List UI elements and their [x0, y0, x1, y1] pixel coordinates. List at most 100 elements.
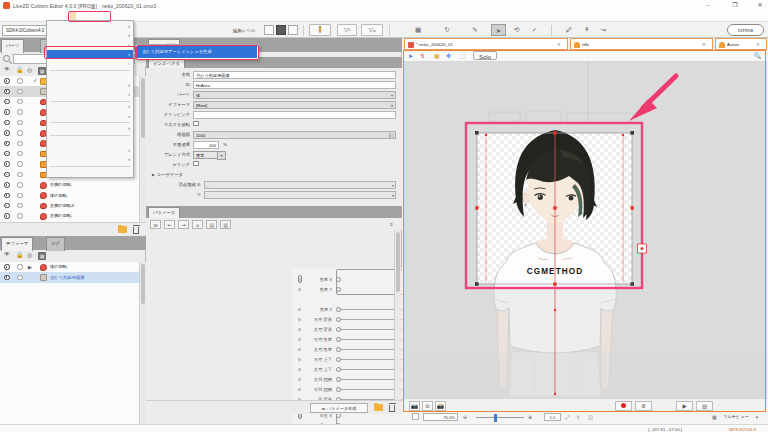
menu-item[interactable] [47, 41, 133, 50]
lock-circle-icon[interactable] [17, 141, 23, 147]
create-parameter-button[interactable]: ⚌ パラメータ作成 [310, 403, 368, 413]
edit-level-button[interactable] [288, 25, 298, 35]
lock-circle-icon[interactable] [17, 130, 23, 136]
move-icon[interactable]: ✥ [446, 51, 451, 61]
menu-item[interactable] [47, 81, 133, 90]
menu-item[interactable] [47, 50, 133, 59]
menu-item[interactable] [47, 102, 133, 111]
param-list2-icon[interactable]: ▥ [220, 220, 231, 229]
tab-model-view[interactable]: * neko_200620_01 ✕ [404, 38, 568, 50]
menu-item[interactable] [47, 59, 133, 68]
lock-circle-icon[interactable] [17, 182, 23, 188]
multiview-grid-icon[interactable]: ▦ [712, 414, 717, 420]
param-list-icon[interactable]: ▤ [206, 220, 217, 229]
new-folder-icon[interactable] [374, 404, 383, 411]
visibility-eye-icon[interactable] [4, 275, 10, 281]
pin-tool-icon[interactable]: 🖈 [580, 24, 594, 36]
nizima-button[interactable]: nizima [727, 24, 764, 36]
one-to-one-button[interactable]: 1:1 [544, 413, 561, 422]
field-value[interactable]: 100 [193, 141, 219, 149]
field-value[interactable] [193, 161, 199, 167]
tab-action-animation[interactable]: Action ✕ [715, 38, 767, 50]
minimize-button[interactable]: – [700, 0, 716, 11]
tab-deformer[interactable]: デフォーマ [1, 237, 33, 251]
menu-item[interactable] [47, 71, 133, 80]
zoom-value[interactable]: 75.0% [423, 413, 458, 422]
lock-circle-icon[interactable] [17, 151, 23, 157]
menu-bar-item[interactable] [4, 12, 10, 22]
canvas-viewport[interactable]: CGMETHOD [403, 62, 767, 398]
zoom-slider-track[interactable] [476, 417, 524, 418]
mesh-manual-button[interactable]: ▽¹ [337, 24, 357, 36]
grid-icon[interactable]: ▦ [411, 24, 425, 36]
multiview-expand-icon[interactable]: ▲ [755, 414, 759, 419]
menu-item[interactable] [47, 155, 133, 164]
tab-log[interactable]: ログ [46, 237, 65, 251]
deformer-list-row[interactable]: ▶ 当たり判定用画像 [0, 272, 146, 282]
lock-circle-icon[interactable] [17, 203, 23, 209]
lock-circle-icon[interactable] [17, 161, 23, 167]
target-icon[interactable]: ◎ [27, 66, 32, 73]
menu-item[interactable] [47, 167, 133, 176]
record-button[interactable] [615, 401, 632, 411]
field-value[interactable]: [Root] [193, 101, 396, 109]
lock-circle-icon[interactable] [17, 193, 23, 199]
visibility-eye-icon[interactable] [4, 99, 10, 105]
parts-list-row[interactable]: ✓ ▶ 左腕の回転 [0, 211, 146, 221]
param-reset-icon[interactable]: ⌀ [192, 220, 203, 229]
parts-list-row[interactable]: ✓ ▶ 左腕の回転X [0, 201, 146, 211]
menu-item[interactable] [47, 31, 133, 40]
arrow-tool-icon[interactable]: ➤ [491, 24, 506, 36]
field-value[interactable]: 通常 [193, 151, 219, 159]
menu-item[interactable] [47, 22, 133, 31]
bg-toggle-checkbox[interactable] [412, 413, 419, 420]
rotate-tool-icon[interactable]: ↻ [440, 24, 454, 36]
field-value[interactable]: - [204, 191, 396, 199]
lock-circle-icon[interactable] [17, 213, 23, 219]
mesh-auto-button[interactable]: ▽ₐ [361, 24, 383, 36]
display-settings-icon[interactable]: ▦ [38, 67, 46, 75]
visibility-eye-icon[interactable] [4, 172, 10, 178]
fit-vert-icon[interactable]: ⇳ [576, 414, 580, 420]
lock-circle-icon[interactable] [17, 275, 23, 281]
split-view-icon[interactable]: ◫ [588, 414, 593, 420]
field-value[interactable] [193, 121, 199, 127]
menu-item[interactable] [47, 146, 133, 155]
visibility-eye-icon[interactable] [4, 78, 10, 84]
lock-circle-icon[interactable] [17, 99, 23, 105]
delete-icon[interactable] [389, 405, 395, 412]
model-display-button[interactable]: 🧍 [309, 24, 331, 36]
close-tab-icon[interactable]: ✕ [702, 39, 706, 50]
lock-circle-icon[interactable] [17, 172, 23, 178]
visibility-eye-icon[interactable] [4, 120, 10, 126]
lock-circle-icon[interactable] [17, 120, 23, 126]
lock-circle-icon[interactable] [17, 89, 23, 95]
magnifier-icon[interactable]: 🔍 [754, 51, 762, 61]
snapshot-camera-icon[interactable]: 📷 [409, 401, 420, 411]
delete-icon[interactable] [133, 227, 139, 234]
solo-button[interactable]: Solo [473, 51, 497, 60]
fit-icon[interactable]: ⤢ [565, 414, 569, 421]
visibility-eye-icon[interactable] [4, 213, 10, 219]
menu-item-generate-hit-artmesh[interactable]: 当たり判定用アートメッシュを生成 [137, 46, 257, 58]
parts-list-row[interactable]: ✓ ▶ 体の回転 [0, 190, 146, 200]
close-tab-icon[interactable]: ✕ [756, 39, 760, 50]
param-play-icon[interactable]: ≫ [150, 220, 161, 229]
menu-item[interactable] [47, 124, 133, 133]
field-value[interactable]: - [204, 181, 396, 189]
curve-tool-icon[interactable]: ↝ [596, 24, 610, 36]
edit-level-button[interactable] [276, 25, 286, 35]
memory-usage[interactable]: 3878.8/2554.8 [729, 427, 756, 432]
param-menu-icon[interactable]: ≡ [386, 220, 397, 229]
lock-circle-icon[interactable] [17, 109, 23, 115]
camera-settings-icon[interactable]: 📸 [435, 401, 446, 411]
play-button[interactable]: ▶ [676, 401, 693, 411]
maximize-button[interactable]: ❐ [727, 0, 743, 11]
visibility-eye-icon[interactable] [4, 193, 10, 199]
menu-bar-item[interactable] [230, 12, 236, 22]
playlist-icon[interactable]: ▤ [696, 401, 713, 411]
menu-item[interactable] [47, 136, 133, 145]
visibility-eye-icon[interactable] [4, 182, 10, 188]
multiview-label[interactable]: マルチビュー [723, 414, 749, 419]
eye-icon[interactable]: 👁 [4, 66, 10, 72]
